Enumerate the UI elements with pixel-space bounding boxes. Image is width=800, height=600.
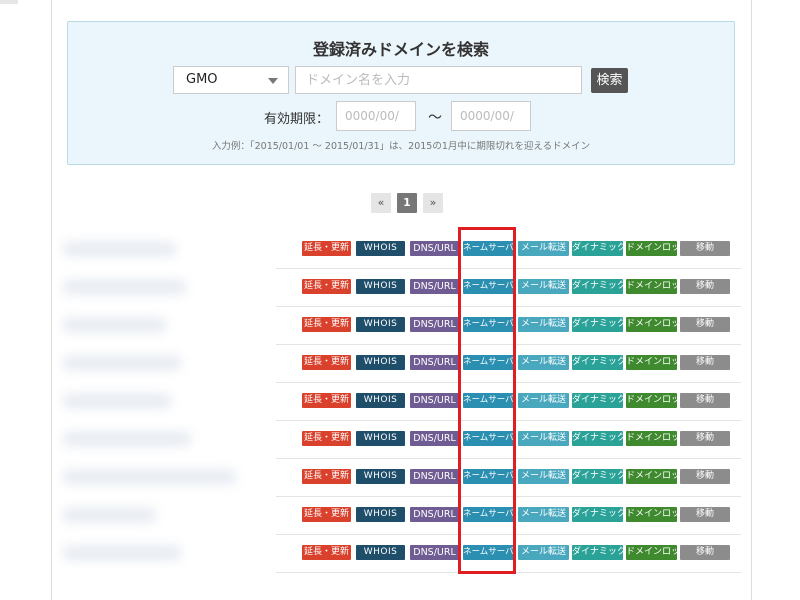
move-button[interactable]: 移動 xyxy=(680,393,730,408)
blurred-domain-name xyxy=(62,241,177,257)
blurred-domain-name xyxy=(62,317,167,333)
dns-url-button[interactable]: DNS/URL xyxy=(410,355,459,370)
mail-forward-button[interactable]: メール転送 xyxy=(518,431,569,446)
pagination-prev-button[interactable]: « xyxy=(371,193,391,213)
whois-button[interactable]: WHOIS xyxy=(356,279,405,294)
dns-url-button[interactable]: DNS/URL xyxy=(410,393,459,408)
domain-lock-button[interactable]: ドメインロック xyxy=(626,393,677,408)
dns-url-button[interactable]: DNS/URL xyxy=(410,507,459,522)
left-edge-tab xyxy=(0,0,18,4)
dynamic-dns-button[interactable]: ダイナミック xyxy=(572,279,623,294)
whois-button[interactable]: WHOIS xyxy=(356,241,405,256)
move-button[interactable]: 移動 xyxy=(680,241,730,256)
dns-url-button[interactable]: DNS/URL xyxy=(410,317,459,332)
whois-button[interactable]: WHOIS xyxy=(356,317,405,332)
search-example-hint: 入力例：「2015/01/01 ～ 2015/01/31」は、2015の1月中に… xyxy=(211,141,591,152)
renew-button[interactable]: 延長・更新 xyxy=(302,431,351,446)
registrar-selected-value: GMO xyxy=(186,72,218,87)
dynamic-dns-button[interactable]: ダイナミック xyxy=(572,317,623,332)
mail-forward-button[interactable]: メール転送 xyxy=(518,393,569,408)
dynamic-dns-button[interactable]: ダイナミック xyxy=(572,431,623,446)
renew-button[interactable]: 延長・更新 xyxy=(302,241,351,256)
whois-button[interactable]: WHOIS xyxy=(356,431,405,446)
date-range-separator: ～ xyxy=(428,110,442,126)
dns-url-button[interactable]: DNS/URL xyxy=(410,545,459,560)
mail-forward-button[interactable]: メール転送 xyxy=(518,507,569,522)
whois-button[interactable]: WHOIS xyxy=(356,545,405,560)
dynamic-dns-button[interactable]: ダイナミック xyxy=(572,507,623,522)
renew-button[interactable]: 延長・更新 xyxy=(302,545,351,560)
mail-forward-button[interactable]: メール転送 xyxy=(518,241,569,256)
move-button[interactable]: 移動 xyxy=(680,317,730,332)
blurred-domain-name xyxy=(62,469,237,485)
mail-forward-button[interactable]: メール転送 xyxy=(518,545,569,560)
dynamic-dns-button[interactable]: ダイナミック xyxy=(572,469,623,484)
renew-button[interactable]: 延長・更新 xyxy=(302,469,351,484)
renew-button[interactable]: 延長・更新 xyxy=(302,393,351,408)
whois-button[interactable]: WHOIS xyxy=(356,355,405,370)
dns-url-button[interactable]: DNS/URL xyxy=(410,279,459,294)
domain-lock-button[interactable]: ドメインロック xyxy=(626,355,677,370)
expiry-from-input[interactable] xyxy=(336,101,416,131)
expiry-label: 有効期限： xyxy=(264,112,330,127)
mail-forward-button[interactable]: メール転送 xyxy=(518,317,569,332)
registrar-select[interactable]: GMO xyxy=(173,66,289,94)
domain-lock-button[interactable]: ドメインロック xyxy=(626,545,677,560)
move-button[interactable]: 移動 xyxy=(680,507,730,522)
domain-lock-button[interactable]: ドメインロック xyxy=(626,279,677,294)
dynamic-dns-button[interactable]: ダイナミック xyxy=(572,545,623,560)
blurred-domain-name xyxy=(62,393,172,409)
dynamic-dns-button[interactable]: ダイナミック xyxy=(572,393,623,408)
move-button[interactable]: 移動 xyxy=(680,431,730,446)
pagination-next-button[interactable]: » xyxy=(423,193,443,213)
nameserver-highlight-box xyxy=(458,227,516,574)
dns-url-button[interactable]: DNS/URL xyxy=(410,431,459,446)
whois-button[interactable]: WHOIS xyxy=(356,393,405,408)
blurred-domain-name xyxy=(62,279,187,295)
domain-lock-button[interactable]: ドメインロック xyxy=(626,469,677,484)
mail-forward-button[interactable]: メール転送 xyxy=(518,469,569,484)
search-title: 登録済みドメインを検索 xyxy=(312,40,489,59)
blurred-domain-name xyxy=(62,355,182,371)
renew-button[interactable]: 延長・更新 xyxy=(302,317,351,332)
dynamic-dns-button[interactable]: ダイナミック xyxy=(572,355,623,370)
domain-name-input[interactable] xyxy=(295,66,582,94)
move-button[interactable]: 移動 xyxy=(680,469,730,484)
blurred-domain-name xyxy=(62,545,182,561)
search-button[interactable]: 検索 xyxy=(591,68,628,93)
pagination-page-1[interactable]: 1 xyxy=(397,193,417,213)
renew-button[interactable]: 延長・更新 xyxy=(302,279,351,294)
domain-search-panel: 登録済みドメインを検索 GMO 検索 有効期限： ～ 入力例：「2015/01/… xyxy=(67,21,735,165)
dns-url-button[interactable]: DNS/URL xyxy=(410,241,459,256)
expiry-to-input[interactable] xyxy=(451,101,531,131)
mail-forward-button[interactable]: メール転送 xyxy=(518,355,569,370)
whois-button[interactable]: WHOIS xyxy=(356,507,405,522)
renew-button[interactable]: 延長・更新 xyxy=(302,507,351,522)
move-button[interactable]: 移動 xyxy=(680,355,730,370)
move-button[interactable]: 移動 xyxy=(680,545,730,560)
chevron-down-icon xyxy=(268,78,278,84)
blurred-domain-name xyxy=(62,431,192,447)
whois-button[interactable]: WHOIS xyxy=(356,469,405,484)
move-button[interactable]: 移動 xyxy=(680,279,730,294)
domain-lock-button[interactable]: ドメインロック xyxy=(626,431,677,446)
dynamic-dns-button[interactable]: ダイナミック xyxy=(572,241,623,256)
renew-button[interactable]: 延長・更新 xyxy=(302,355,351,370)
domain-lock-button[interactable]: ドメインロック xyxy=(626,241,677,256)
dns-url-button[interactable]: DNS/URL xyxy=(410,469,459,484)
domain-lock-button[interactable]: ドメインロック xyxy=(626,507,677,522)
mail-forward-button[interactable]: メール転送 xyxy=(518,279,569,294)
domain-lock-button[interactable]: ドメインロック xyxy=(626,317,677,332)
blurred-domain-name xyxy=(62,507,157,523)
